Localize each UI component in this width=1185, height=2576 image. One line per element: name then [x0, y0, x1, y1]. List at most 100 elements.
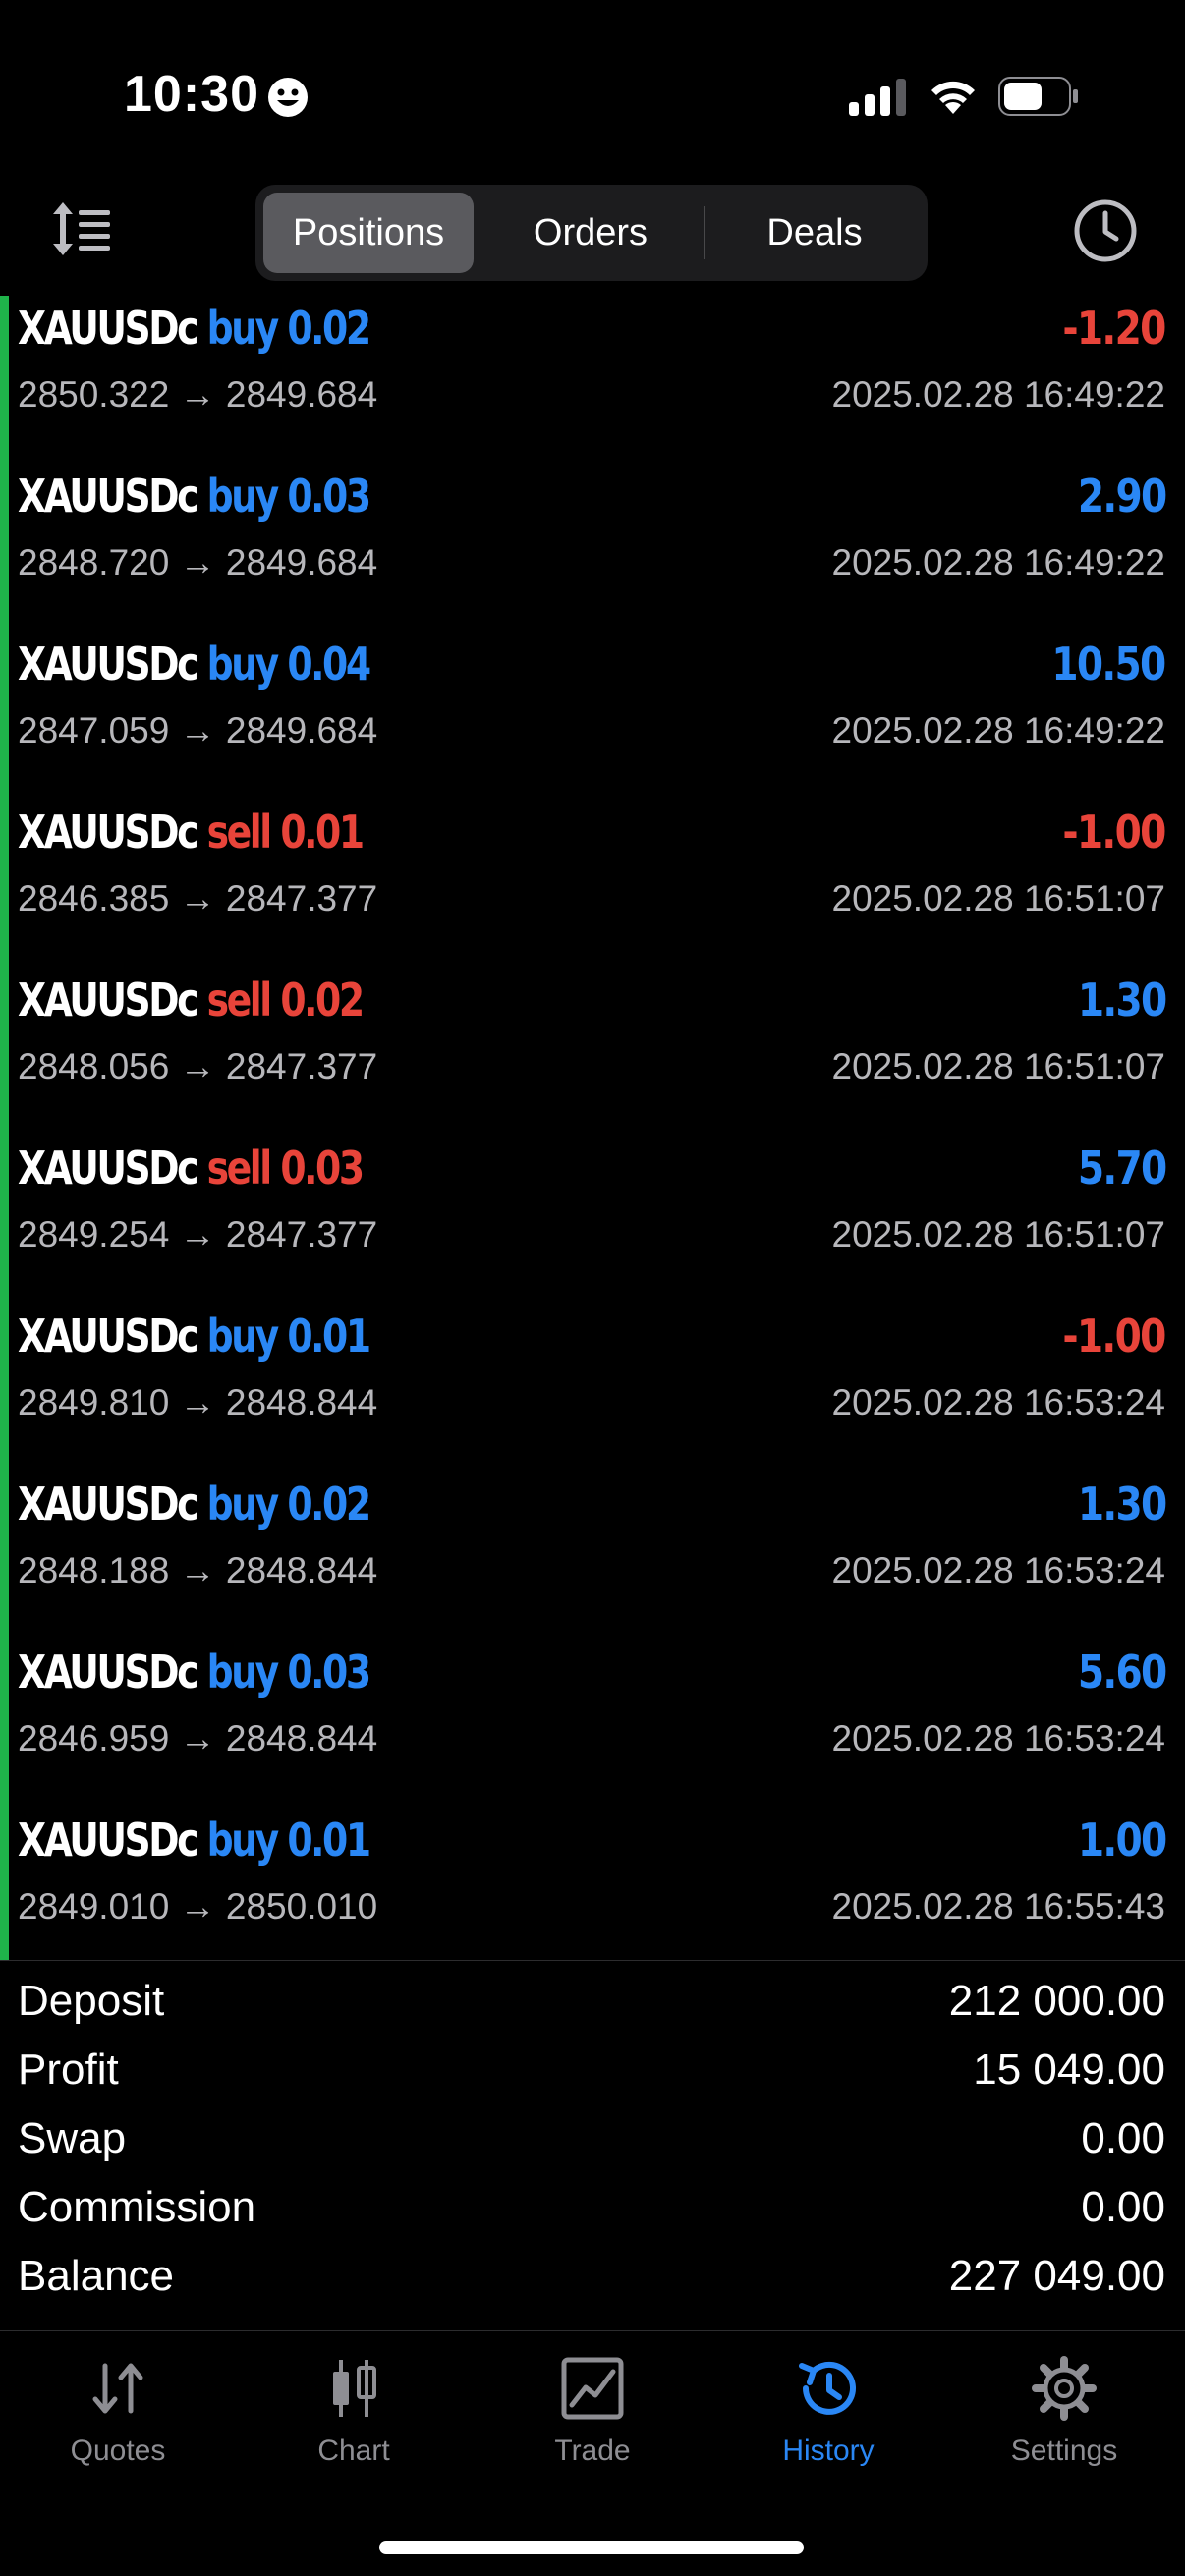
deal-time: 2025.02.28 16:53:24 — [831, 1382, 1166, 1423]
tab-label: Chart — [317, 2435, 390, 2467]
deal-symbol: XAUUSDc — [18, 974, 198, 1027]
history-segmented-control: Positions Orders Deals — [255, 185, 928, 281]
status-bar: 10:30 — [0, 0, 1185, 187]
deal-side: buy 0.02 — [206, 1478, 371, 1531]
deal-profit: 1.00 — [1077, 1814, 1166, 1867]
summary-label: Profit — [18, 2045, 119, 2094]
list-item[interactable]: XAUUSDc buy 0.01 2849.810 → 2848.844 -1.… — [0, 1304, 1185, 1472]
deal-profit: 1.30 — [1077, 1478, 1166, 1531]
deal-side: buy 0.01 — [206, 1310, 371, 1363]
deal-time: 2025.02.28 16:51:07 — [831, 1046, 1166, 1087]
deal-symbol-line: XAUUSDc buy 0.02 — [18, 1478, 371, 1531]
deal-prices: 2849.254 → 2847.377 — [18, 1214, 378, 1255]
tab-trade[interactable]: Trade — [475, 2354, 710, 2501]
quotes-icon — [92, 2363, 143, 2414]
list-item[interactable]: XAUUSDc buy 0.02 2848.188 → 2848.844 1.3… — [0, 1472, 1185, 1640]
deal-time: 2025.02.28 16:51:07 — [831, 1214, 1166, 1255]
deal-time: 2025.02.28 16:53:24 — [831, 1718, 1166, 1759]
deal-symbol: XAUUSDc — [18, 1310, 198, 1363]
deal-time: 2025.02.28 16:51:07 — [831, 878, 1166, 919]
tab-history[interactable]: History — [710, 2354, 946, 2501]
deal-prices: 2847.059 → 2849.684 — [18, 710, 378, 751]
deal-time: 2025.02.28 16:53:24 — [831, 1550, 1166, 1591]
deal-prices: 2848.720 → 2849.684 — [18, 542, 378, 583]
deal-time: 2025.02.28 16:49:22 — [831, 542, 1166, 583]
tab-orders[interactable]: Orders — [483, 193, 698, 273]
deal-side: buy 0.02 — [206, 302, 371, 355]
deal-symbol-line: XAUUSDc buy 0.04 — [18, 638, 371, 691]
deal-symbol: XAUUSDc — [18, 470, 198, 523]
summary-row-profit: Profit 15 049.00 — [0, 2038, 1185, 2106]
deals-list: XAUUSDc buy 0.02 2850.322 → 2849.684 -1.… — [0, 296, 1185, 1960]
list-item[interactable]: XAUUSDc buy 0.02 2850.322 → 2849.684 -1.… — [0, 296, 1185, 464]
list-item[interactable]: XAUUSDc sell 0.01 2846.385 → 2847.377 -1… — [0, 800, 1185, 968]
deal-symbol-line: XAUUSDc buy 0.03 — [18, 470, 371, 523]
tab-chart[interactable]: Chart — [236, 2354, 472, 2501]
summary-value: 0.00 — [1081, 2114, 1165, 2162]
deal-symbol: XAUUSDc — [18, 1142, 198, 1195]
deal-profit: 5.70 — [1077, 1142, 1166, 1195]
tab-quotes[interactable]: Quotes — [0, 2354, 236, 2501]
deal-side: sell 0.02 — [206, 974, 365, 1027]
deal-profit: 2.90 — [1077, 470, 1166, 523]
deal-profit: 10.50 — [1051, 638, 1167, 691]
deal-symbol-line: XAUUSDc sell 0.02 — [18, 974, 365, 1027]
deal-prices: 2846.385 → 2847.377 — [18, 878, 378, 919]
gear-icon — [1032, 2356, 1097, 2421]
history-icon — [799, 2361, 856, 2415]
list-item[interactable]: XAUUSDc buy 0.03 2848.720 → 2849.684 2.9… — [0, 464, 1185, 632]
status-time: 10:30 — [124, 66, 259, 123]
deal-time: 2025.02.28 16:49:22 — [831, 374, 1166, 415]
trade-icon — [561, 2357, 624, 2420]
deal-symbol-line: XAUUSDc buy 0.01 — [18, 1814, 371, 1867]
deal-prices: 2848.056 → 2847.377 — [18, 1046, 378, 1087]
tab-label: Trade — [554, 2435, 631, 2467]
deal-side: buy 0.01 — [206, 1814, 371, 1867]
deal-symbol-line: XAUUSDc sell 0.01 — [18, 806, 365, 859]
sort-icon[interactable] — [49, 196, 114, 261]
summary-label: Deposit — [18, 1977, 165, 2025]
summary-value: 227 049.00 — [948, 2252, 1165, 2300]
summary-value: 212 000.00 — [948, 1977, 1165, 2025]
segment-divider — [704, 206, 705, 259]
deal-symbol-line: XAUUSDc buy 0.02 — [18, 302, 371, 355]
deal-side: buy 0.03 — [206, 470, 371, 523]
deal-prices: 2848.188 → 2848.844 — [18, 1550, 378, 1591]
deal-side: buy 0.04 — [206, 638, 371, 691]
home-indicator — [379, 2541, 804, 2554]
deal-prices: 2849.810 → 2848.844 — [18, 1382, 378, 1423]
tab-label: History — [782, 2435, 875, 2467]
deal-symbol: XAUUSDc — [18, 1478, 198, 1531]
summary-label: Balance — [18, 2252, 175, 2300]
deal-symbol-line: XAUUSDc buy 0.01 — [18, 1310, 371, 1363]
period-clock-icon[interactable] — [1071, 196, 1140, 265]
tab-label: Quotes — [70, 2435, 166, 2467]
tab-settings[interactable]: Settings — [946, 2354, 1182, 2501]
deal-prices: 2849.010 → 2850.010 — [18, 1886, 378, 1927]
list-item[interactable]: XAUUSDc buy 0.04 2847.059 → 2849.684 10.… — [0, 632, 1185, 800]
deal-profit: 1.30 — [1077, 974, 1166, 1027]
focus-smiley-icon — [268, 78, 308, 117]
deal-time: 2025.02.28 16:55:43 — [831, 1886, 1166, 1927]
list-item[interactable]: XAUUSDc buy 0.03 2846.959 → 2848.844 5.6… — [0, 1640, 1185, 1808]
list-item[interactable]: XAUUSDc sell 0.03 2849.254 → 2847.377 5.… — [0, 1136, 1185, 1304]
deal-prices: 2850.322 → 2849.684 — [18, 374, 378, 415]
list-item[interactable]: XAUUSDc sell 0.02 2848.056 → 2847.377 1.… — [0, 968, 1185, 1136]
tab-deals[interactable]: Deals — [707, 193, 922, 273]
deal-profit: -1.20 — [1062, 302, 1167, 355]
chart-icon — [333, 2360, 376, 2417]
summary-row-deposit: Deposit 212 000.00 — [0, 1969, 1185, 2038]
deal-profit: 5.60 — [1077, 1646, 1166, 1699]
deal-symbol: XAUUSDc — [18, 302, 198, 355]
cellular-signal-icon — [849, 79, 906, 116]
tab-positions[interactable]: Positions — [263, 193, 474, 273]
deal-side: buy 0.03 — [206, 1646, 371, 1699]
deal-symbol-line: XAUUSDc buy 0.03 — [18, 1646, 371, 1699]
summary-label: Swap — [18, 2114, 127, 2162]
deal-symbol: XAUUSDc — [18, 1646, 198, 1699]
deal-side: sell 0.03 — [206, 1142, 365, 1195]
wifi-icon — [931, 81, 975, 114]
tab-label: Settings — [1010, 2435, 1118, 2467]
list-item[interactable]: XAUUSDc buy 0.01 2849.010 → 2850.010 1.0… — [0, 1808, 1185, 1976]
summary-value: 0.00 — [1081, 2183, 1165, 2231]
